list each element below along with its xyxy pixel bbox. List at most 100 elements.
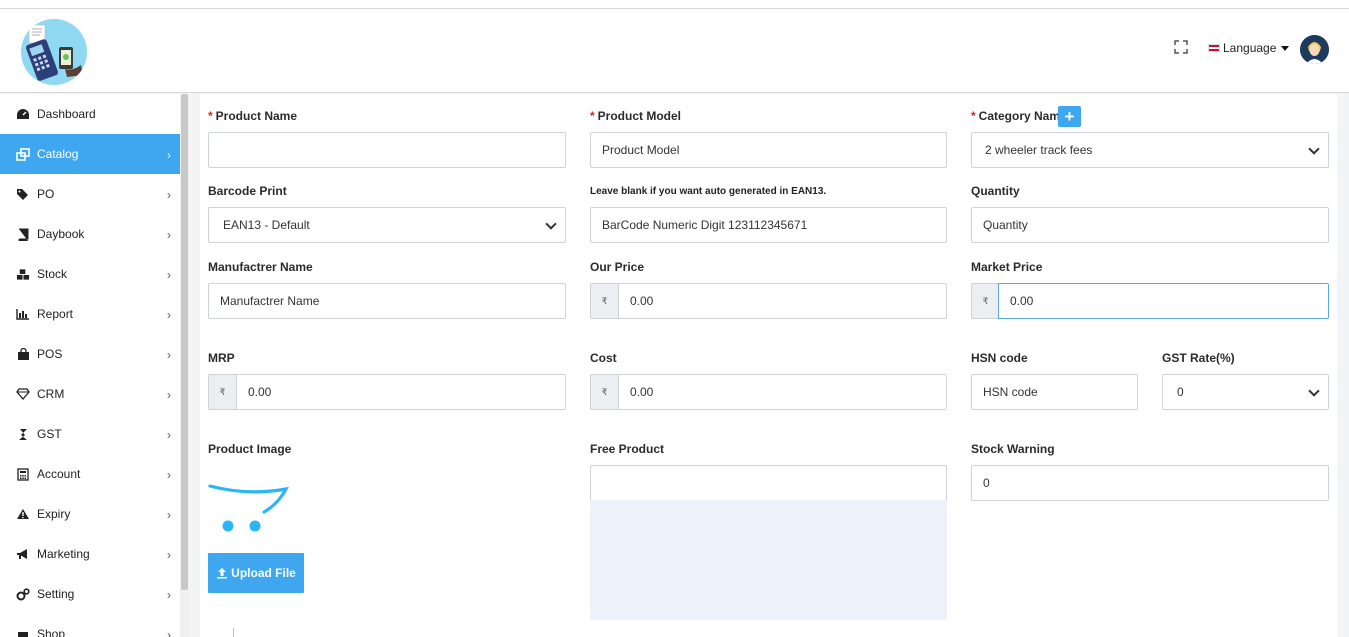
- pos-terminal-logo-icon: [26, 24, 83, 81]
- stock-warning-label: Stock Warning: [971, 442, 1055, 456]
- hsn-code-input[interactable]: HSN code: [971, 374, 1138, 410]
- sidebar-item-label: Report: [37, 307, 74, 321]
- manufacturer-input[interactable]: Manufactrer Name: [208, 283, 566, 319]
- sidebar-item-account[interactable]: Account ›: [0, 454, 180, 494]
- add-category-button[interactable]: +: [1058, 106, 1081, 127]
- chevron-down-icon: [1308, 143, 1320, 155]
- sidebar-item-label: Account: [37, 467, 81, 481]
- user-avatar[interactable]: [1300, 35, 1329, 64]
- barcode-print-select[interactable]: EAN13 - Default: [208, 207, 566, 243]
- diamond-icon: [16, 387, 30, 401]
- language-dropdown[interactable]: Language: [1208, 41, 1290, 55]
- chevron-right-icon: ›: [167, 508, 171, 522]
- chevron-right-icon: ›: [167, 388, 171, 402]
- cost-input[interactable]: 0.00: [618, 374, 947, 410]
- mrp-label: MRP: [208, 351, 235, 365]
- sidebar-item-shop[interactable]: Shop ›: [0, 614, 180, 637]
- sidebar-item-catalog[interactable]: Catalog ›: [0, 134, 180, 174]
- sidebar-item-setting[interactable]: Setting ›: [0, 574, 180, 614]
- mrp-input[interactable]: 0.00: [236, 374, 566, 410]
- our-price-label: Our Price: [590, 260, 645, 274]
- shopping-cart-icon: [208, 484, 289, 532]
- manufacturer-label: Manufactrer Name: [208, 260, 313, 274]
- flag-icon: [1208, 44, 1220, 52]
- cubes-icon: [16, 267, 30, 281]
- rupee-addon: ₹: [971, 283, 999, 319]
- chevron-right-icon: ›: [167, 628, 171, 637]
- market-price-label: Market Price: [971, 260, 1043, 274]
- product-name-input[interactable]: [208, 132, 566, 168]
- our-price-input[interactable]: 0.00: [618, 283, 947, 319]
- chevron-right-icon: ›: [167, 468, 171, 482]
- sidebar-item-label: Catalog: [37, 147, 79, 161]
- cart-placeholder-image: [208, 474, 290, 534]
- category-name-value: 2 wheeler track fees: [985, 143, 1093, 157]
- free-product-input[interactable]: [590, 465, 947, 501]
- catalog-icon: [16, 147, 30, 161]
- top-border: [0, 0, 1349, 9]
- chevron-down-icon: [1308, 385, 1320, 397]
- sidebar: Dashboard Catalog › PO › Daybook › Stock…: [0, 94, 180, 637]
- sidebar-item-label: Setting: [37, 587, 75, 601]
- header: Language: [0, 9, 1349, 93]
- rupee-addon: ₹: [590, 374, 618, 410]
- product-model-input[interactable]: Product Model: [590, 132, 947, 168]
- quantity-input[interactable]: Quantity: [971, 207, 1329, 243]
- caret-down-icon: [1281, 45, 1290, 51]
- category-name-label: * Category Name: [971, 109, 1067, 123]
- book-icon: [16, 227, 30, 241]
- sidebar-item-daybook[interactable]: Daybook ›: [0, 214, 180, 254]
- free-product-label: Free Product: [590, 442, 665, 456]
- sidebar-item-label: Marketing: [37, 547, 90, 561]
- sidebar-item-dashboard[interactable]: Dashboard: [0, 94, 180, 134]
- chevron-right-icon: ›: [167, 548, 171, 562]
- chevron-right-icon: ›: [167, 228, 171, 242]
- gst-rate-value: 0: [1177, 385, 1184, 399]
- product-name-label: * Product Name: [208, 109, 298, 123]
- barcode-print-label: Barcode Print: [208, 184, 287, 198]
- divider: [233, 628, 234, 637]
- stock-warning-input[interactable]: 0: [971, 465, 1329, 501]
- rupee-addon: ₹: [590, 283, 618, 319]
- sidebar-item-gst[interactable]: GST ›: [0, 414, 180, 454]
- chevron-down-icon: [545, 218, 557, 230]
- bullhorn-icon: [16, 547, 30, 561]
- gears-icon: [16, 587, 30, 601]
- barcode-input[interactable]: BarCode Numeric Digit 123112345671: [590, 207, 947, 243]
- sidebar-item-marketing[interactable]: Marketing ›: [0, 534, 180, 574]
- upload-file-button[interactable]: Upload File: [208, 553, 304, 593]
- sidebar-item-label: Daybook: [37, 227, 85, 241]
- language-label: Language: [1223, 41, 1277, 55]
- warning-icon: [16, 507, 30, 521]
- sidebar-item-pos[interactable]: POS ›: [0, 334, 180, 374]
- sidebar-item-po[interactable]: PO ›: [0, 174, 180, 214]
- sidebar-item-label: Stock: [37, 267, 68, 281]
- chevron-right-icon: ›: [167, 348, 171, 362]
- app-logo[interactable]: [21, 19, 87, 85]
- shop-icon: [16, 627, 30, 637]
- sidebar-item-label: CRM: [37, 387, 65, 401]
- gst-icon: [16, 427, 30, 441]
- sidebar-scrollbar-thumb[interactable]: [181, 94, 188, 590]
- barcode-print-value: EAN13 - Default: [223, 218, 310, 232]
- free-product-suggestions: [590, 500, 947, 620]
- gst-rate-select[interactable]: 0: [1162, 374, 1329, 410]
- chevron-right-icon: ›: [167, 308, 171, 322]
- chevron-right-icon: ›: [167, 268, 171, 282]
- sidebar-item-report[interactable]: Report ›: [0, 294, 180, 334]
- market-price-input[interactable]: 0.00: [998, 283, 1329, 319]
- upload-icon: [217, 568, 228, 579]
- sidebar-item-stock[interactable]: Stock ›: [0, 254, 180, 294]
- fullscreen-icon[interactable]: [1174, 40, 1188, 54]
- plus-icon: +: [1064, 106, 1075, 126]
- sidebar-scrollbar[interactable]: [180, 94, 189, 637]
- rupee-addon: ₹: [208, 374, 236, 410]
- sidebar-item-crm[interactable]: CRM ›: [0, 374, 180, 414]
- product-form: * Product Name * Product Model Product Mod…: [200, 94, 1337, 637]
- chevron-right-icon: ›: [167, 188, 171, 202]
- category-name-select[interactable]: 2 wheeler track fees: [971, 132, 1329, 168]
- sidebar-item-label: Expiry: [37, 507, 71, 521]
- upload-file-label: Upload File: [231, 566, 296, 580]
- sidebar-item-label: Shop: [37, 627, 66, 637]
- sidebar-item-expiry[interactable]: Expiry ›: [0, 494, 180, 534]
